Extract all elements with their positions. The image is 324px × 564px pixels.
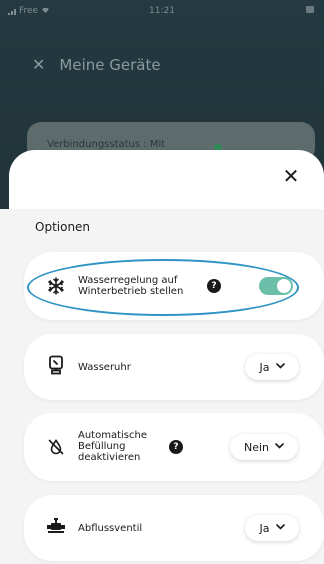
water-meter-icon (46, 355, 66, 375)
select-value: Nein (243, 440, 270, 454)
close-icon: ✕ (282, 164, 300, 188)
option-label: Abflussventil (78, 523, 143, 534)
select-value: Ja (259, 360, 270, 374)
chevron-down-icon (275, 362, 285, 372)
drain-valve-select[interactable]: Ja (245, 515, 299, 541)
toggle-knob (277, 279, 291, 293)
winter-mode-toggle[interactable] (259, 277, 293, 295)
close-icon: ✕ (32, 55, 46, 74)
drain-valve-icon (46, 516, 66, 536)
connection-status-text: Verbindungsstatus : Mit (47, 139, 166, 150)
option-winter-mode: Wasserregelung auf Winterbetrieb stellen… (24, 252, 324, 320)
help-icon[interactable]: ? (207, 279, 221, 293)
help-icon[interactable]: ? (169, 440, 183, 454)
background-header: ✕ Meine Geräte (32, 55, 161, 74)
option-drain-valve: Abflussventil Ja (24, 495, 324, 561)
water-meter-select[interactable]: Ja (245, 354, 299, 380)
chevron-down-icon (275, 442, 284, 452)
snowflake-icon (46, 276, 66, 296)
clock: 11:21 (149, 6, 175, 16)
section-title: Optionen (35, 220, 91, 234)
option-water-meter: Wasseruhr Ja (24, 334, 324, 400)
close-button[interactable]: ✕ (277, 162, 305, 190)
option-label: Wasserregelung auf Winterbetrieb stellen (78, 275, 184, 297)
option-label: Wasseruhr (78, 362, 131, 373)
option-label: Automatische Befüllung deaktivieren (78, 430, 147, 463)
auto-refill-select[interactable]: Nein (230, 434, 298, 460)
option-auto-refill: Automatische Befüllung deaktivieren ? Ne… (24, 413, 324, 481)
page-title: Meine Geräte (59, 55, 161, 74)
battery-icon (306, 6, 314, 13)
no-refill-icon (46, 437, 66, 457)
status-bar: Free 11:21 (0, 0, 324, 22)
chevron-down-icon (275, 523, 285, 533)
select-value: Ja (259, 521, 270, 535)
